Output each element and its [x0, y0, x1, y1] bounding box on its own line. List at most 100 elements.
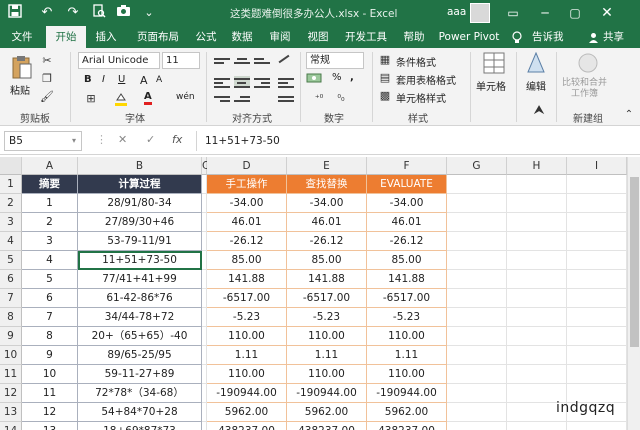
- cut-icon[interactable]: ✂: [40, 54, 54, 68]
- collapse-ribbon-icon[interactable]: ⌃: [622, 108, 636, 122]
- tab-page-layout[interactable]: 页面布局: [128, 26, 188, 48]
- table-cell[interactable]: 59-11-27+89: [78, 365, 202, 384]
- table-cell[interactable]: -6517.00: [207, 289, 287, 308]
- row-header[interactable]: 2: [0, 194, 22, 213]
- name-box[interactable]: B5: [4, 131, 82, 151]
- italic-button[interactable]: I: [102, 74, 105, 85]
- align-left-icon[interactable]: [214, 76, 230, 88]
- table-cell[interactable]: 7: [22, 308, 78, 327]
- table-cell[interactable]: 1: [22, 194, 78, 213]
- empty-cell[interactable]: [507, 365, 567, 384]
- print-preview-icon[interactable]: [90, 4, 108, 24]
- decrease-decimal-icon[interactable]: ⁰₀: [334, 92, 348, 106]
- table-cell[interactable]: 54+84*70+28: [78, 403, 202, 422]
- vertical-scrollbar[interactable]: [627, 157, 640, 430]
- align-bottom-icon[interactable]: [254, 56, 270, 68]
- table-cell[interactable]: 18+69*87*73: [78, 422, 202, 430]
- more-icon[interactable]: ⌄: [140, 4, 158, 22]
- empty-cell[interactable]: [567, 213, 627, 232]
- orientation-icon[interactable]: [278, 54, 294, 68]
- tab-power-pivot[interactable]: Power Pivot: [436, 26, 502, 48]
- table-cell[interactable]: 20+（65+65）-40: [78, 327, 202, 346]
- empty-cell[interactable]: [202, 346, 207, 365]
- decrease-indent-icon[interactable]: [214, 94, 230, 106]
- fill-color-icon[interactable]: [114, 92, 128, 110]
- empty-cell[interactable]: [202, 365, 207, 384]
- empty-cell[interactable]: [202, 384, 207, 403]
- column-header-d[interactable]: D: [207, 157, 287, 175]
- border-icon[interactable]: ⊞: [84, 92, 98, 106]
- table-cell[interactable]: -34.00: [367, 194, 447, 213]
- share-icon[interactable]: [588, 26, 599, 48]
- phonetic-button[interactable]: wén: [176, 92, 195, 102]
- share-button[interactable]: 共享: [603, 26, 624, 48]
- font-color-button[interactable]: A: [144, 91, 152, 105]
- row-header[interactable]: 14: [0, 422, 22, 430]
- table-cell[interactable]: 46.01: [287, 213, 367, 232]
- row-header[interactable]: 9: [0, 327, 22, 346]
- table-cell[interactable]: 1.11: [207, 346, 287, 365]
- percent-button[interactable]: %: [332, 72, 342, 83]
- avatar[interactable]: [470, 3, 490, 23]
- empty-cell[interactable]: [447, 213, 507, 232]
- close-icon[interactable]: ✕: [594, 3, 620, 23]
- tab-developer[interactable]: 开发工具: [338, 26, 394, 48]
- save-icon[interactable]: [6, 4, 24, 24]
- column-header-b[interactable]: B: [78, 157, 202, 175]
- table-cell[interactable]: 110.00: [207, 365, 287, 384]
- empty-cell[interactable]: [447, 384, 507, 403]
- empty-cell[interactable]: [507, 270, 567, 289]
- table-cell[interactable]: 53-79-11/91: [78, 232, 202, 251]
- table-cell[interactable]: 12: [22, 403, 78, 422]
- empty-cell[interactable]: [507, 175, 567, 194]
- empty-cell[interactable]: [567, 346, 627, 365]
- conditional-format-icon[interactable]: ▦: [378, 53, 392, 67]
- empty-cell[interactable]: [447, 346, 507, 365]
- table-cell[interactable]: 141.88: [207, 270, 287, 289]
- cell-styles-icon[interactable]: ▩: [378, 89, 392, 103]
- tab-home[interactable]: 开始: [46, 26, 86, 48]
- tab-review[interactable]: 审阅: [262, 26, 298, 48]
- empty-cell[interactable]: [507, 251, 567, 270]
- currency-icon[interactable]: [306, 72, 322, 88]
- table-cell[interactable]: 77/41+41+99: [78, 270, 202, 289]
- empty-cell[interactable]: [202, 289, 207, 308]
- font-name-select[interactable]: Arial Unicode: [78, 52, 160, 69]
- align-right-icon[interactable]: [254, 76, 270, 88]
- table-cell[interactable]: 1.11: [367, 346, 447, 365]
- table-cell[interactable]: 11+51+73-50: [78, 251, 202, 270]
- table-cell[interactable]: 438237.00: [287, 422, 367, 430]
- select-all-corner[interactable]: [0, 157, 22, 175]
- table-cell[interactable]: 5962.00: [287, 403, 367, 422]
- row-header[interactable]: 7: [0, 289, 22, 308]
- empty-cell[interactable]: [447, 365, 507, 384]
- editing-button[interactable]: 编辑: [526, 78, 546, 93]
- column-header-g[interactable]: G: [447, 157, 507, 175]
- table-cell[interactable]: 61-42-86*76: [78, 289, 202, 308]
- wrap-text-icon[interactable]: [278, 76, 294, 88]
- empty-cell[interactable]: [202, 270, 207, 289]
- column-header-i[interactable]: I: [567, 157, 627, 175]
- column-header-a[interactable]: A: [22, 157, 78, 175]
- cells-icon[interactable]: [482, 52, 506, 78]
- lightbulb-icon[interactable]: [512, 26, 522, 48]
- empty-cell[interactable]: [507, 346, 567, 365]
- empty-cell[interactable]: [447, 327, 507, 346]
- table-cell[interactable]: -190944.00: [287, 384, 367, 403]
- cancel-icon[interactable]: ✕: [118, 133, 127, 146]
- table-cell[interactable]: 110.00: [287, 365, 367, 384]
- table-cell[interactable]: -5.23: [287, 308, 367, 327]
- minimize-icon[interactable]: ─: [532, 3, 558, 23]
- table-cell[interactable]: 110.00: [207, 327, 287, 346]
- empty-cell[interactable]: [202, 194, 207, 213]
- empty-cell[interactable]: [567, 327, 627, 346]
- table-cell[interactable]: -190944.00: [367, 384, 447, 403]
- row-header[interactable]: 12: [0, 384, 22, 403]
- table-cell[interactable]: 1.11: [287, 346, 367, 365]
- table-cell[interactable]: 85.00: [207, 251, 287, 270]
- scrollbar-thumb[interactable]: [630, 177, 639, 347]
- enter-icon[interactable]: ✓: [146, 133, 155, 146]
- row-header[interactable]: 11: [0, 365, 22, 384]
- empty-cell[interactable]: [567, 175, 627, 194]
- align-center-icon[interactable]: [234, 76, 250, 88]
